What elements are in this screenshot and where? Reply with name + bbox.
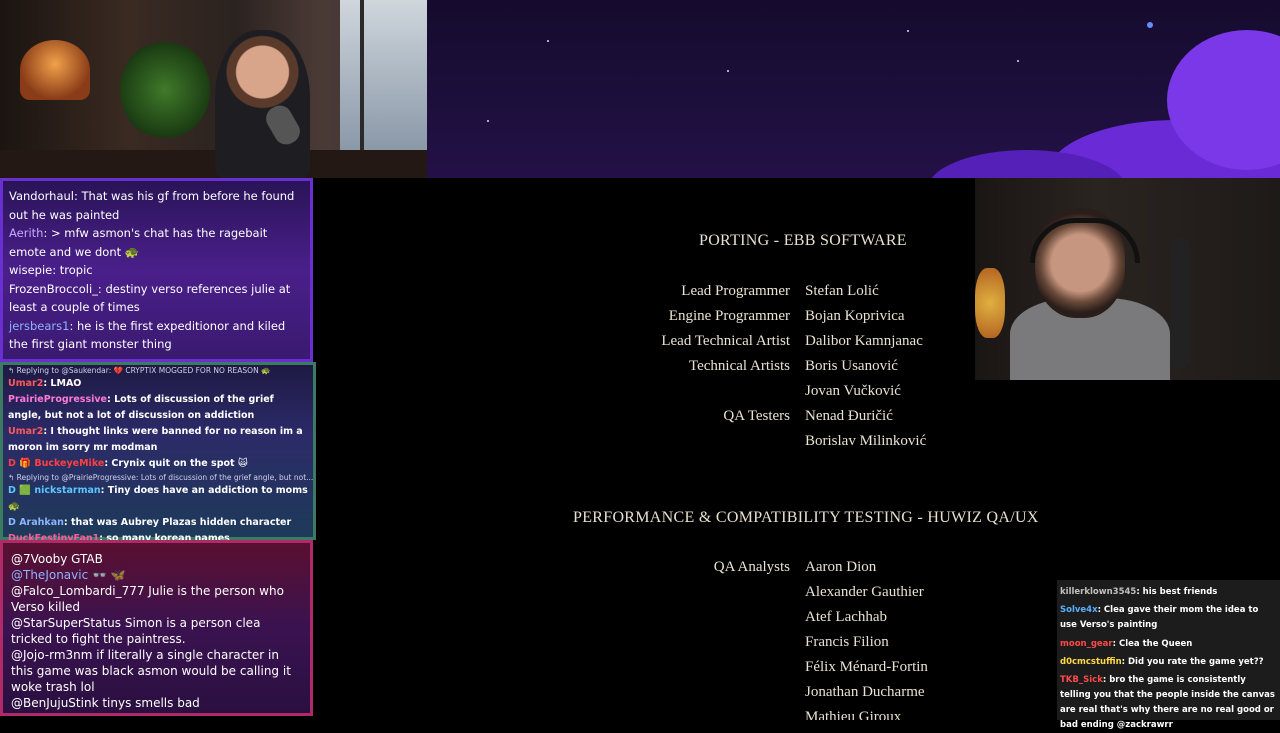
credit-name: Nenad Đuričić — [805, 408, 893, 424]
credit-name: Aaron Dion — [805, 559, 877, 575]
streamer-webcam — [0, 0, 427, 178]
chat-message: wisepie: tropic — [9, 263, 93, 277]
credit-role: Engine Programmer — [668, 308, 790, 324]
credit-name: Jovan Vučković — [805, 383, 901, 399]
chat-message: D Arahkan: that was Aubrey Plazas hidden… — [8, 517, 292, 528]
chat-message: PrairieProgressive: Lots of discussion o… — [8, 394, 274, 421]
chat-message: Aerith: > mfw asmon's chat has the rageb… — [9, 226, 268, 259]
chat-message: @Jojo-rm3nm if literally a single charac… — [11, 648, 291, 694]
chat-message: @Falco_Lombardi_777 Julie is the person … — [11, 584, 284, 614]
webcam-plant — [120, 40, 210, 140]
chat-message: D 🎁 BuckeyeMike: Crynix quit on the spot… — [8, 458, 248, 469]
credit-name: Jonathan Ducharme — [805, 684, 925, 700]
chat-message: Solve4x: Clea gave their mom the idea to… — [1060, 605, 1259, 630]
guest-webcam — [975, 178, 1280, 380]
credit-role: Lead Programmer — [681, 283, 790, 299]
banner-star — [727, 70, 729, 72]
chat-message: @TheJonavic 👓 🦋 — [11, 568, 126, 582]
banner-star — [1017, 60, 1019, 62]
banner-star — [487, 120, 489, 122]
chat-panel-middle: ↰ Replying to @Saukendar: 💔 CRYPTIX MOGG… — [0, 362, 316, 544]
chat-reply: ↰ Replying to @Saukendar: 💔 CRYPTIX MOGG… — [8, 366, 271, 375]
banner-star — [907, 30, 909, 32]
credit-role: Lead Technical Artist — [661, 333, 790, 349]
credit-name: Félix Ménard-Fortin — [805, 659, 928, 675]
webcam-plush — [975, 268, 1005, 338]
webcam-streamer — [215, 30, 310, 178]
chat-message: killerklown3545: his best friends — [1060, 587, 1218, 597]
credit-role: Technical Artists — [688, 358, 790, 374]
credit-name: Mathieu Giroux — [805, 709, 902, 720]
webcam-desk — [0, 150, 427, 178]
chat-panel-top: Vandorhaul: That was his gf from before … — [0, 178, 313, 362]
chat-message: @BenJujuStink tinys smells bad — [11, 696, 200, 710]
credit-name: Bojan Koprivica — [805, 308, 905, 324]
chat-reply: ↰ Replying to @PrairieProgressive: Lots … — [8, 473, 313, 482]
credit-role: QA Analysts — [713, 559, 790, 575]
chat-message: TKB_Sick: bro the game is consistently t… — [1060, 675, 1275, 730]
banner-star — [547, 40, 549, 42]
chat-message: d0cmcstuffin: Did you rate the game yet?… — [1060, 657, 1264, 667]
chat-message: @7Vooby GTAB — [11, 552, 103, 566]
credit-name: Francis Filion — [805, 634, 889, 650]
webcam-lamp — [20, 40, 90, 100]
chat-message: D 🟩 nickstarman: Tiny does have an addic… — [8, 485, 308, 512]
chat-message: FrozenBroccoli_: destiny verso reference… — [9, 281, 291, 315]
banner-star — [1147, 22, 1153, 28]
credit-name: Dalibor Kamnjanac — [805, 333, 923, 349]
credit-role: QA Testers — [723, 408, 790, 424]
credit-name: Alexander Gauthier — [805, 584, 924, 600]
webcam-mic-arm — [1170, 238, 1190, 368]
credit-name: Boris Usanović — [805, 358, 898, 374]
credits-section-title: PERFORMANCE & COMPATIBILITY TESTING - HU… — [573, 509, 1039, 526]
credit-name: Borislav Milinković — [805, 433, 927, 449]
webcam-window — [340, 0, 427, 150]
chat-panel-bottom: @7Vooby GTAB @TheJonavic 👓 🦋 @Falco_Lomb… — [0, 540, 313, 716]
chat-message: Umar2: I thought links were banned for n… — [8, 426, 303, 453]
credit-name: Stefan Lolić — [805, 283, 879, 299]
credits-section-title: PORTING - EBB SOFTWARE — [699, 232, 907, 249]
chat-message: Umar2: LMAO — [8, 378, 82, 389]
chat-message: moon_gear: Clea the Queen — [1060, 639, 1193, 649]
chat-message: @StarSuperStatus Simon is a person clea … — [11, 616, 261, 646]
chat-overlay-right: killerklown3545: his best friends Solve4… — [1057, 580, 1280, 730]
space-banner — [427, 0, 1280, 178]
chat-message: Vandorhaul: That was his gf from before … — [9, 189, 295, 222]
credit-name: Atef Lachhab — [805, 609, 888, 625]
chat-message: jersbears1: he is the first expeditionor… — [9, 318, 286, 352]
